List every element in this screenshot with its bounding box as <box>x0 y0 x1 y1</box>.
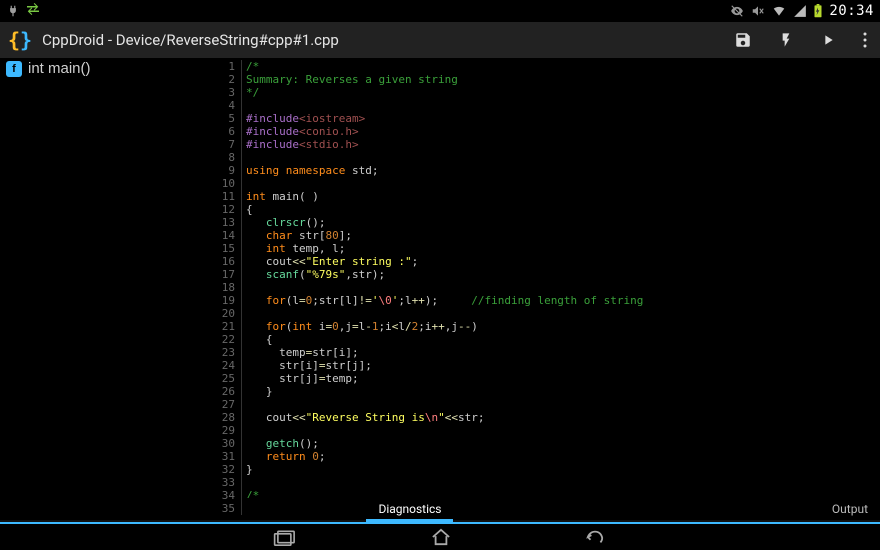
code-line[interactable]: int main( ) <box>246 190 880 203</box>
line-number: 25 <box>200 372 242 385</box>
battery-icon <box>813 4 823 18</box>
code-line[interactable] <box>246 307 880 320</box>
mute-icon <box>751 4 765 18</box>
line-number: 27 <box>200 398 242 411</box>
workspace: f int main() 123456789101112131415161718… <box>0 58 880 498</box>
line-number: 11 <box>200 190 242 203</box>
save-button[interactable] <box>734 31 752 49</box>
signal-icon <box>793 4 807 18</box>
code-line[interactable]: cout<<"Enter string :"; <box>246 255 880 268</box>
line-number: 20 <box>200 307 242 320</box>
line-number: 8 <box>200 151 242 164</box>
code-line[interactable]: clrscr(); <box>246 216 880 229</box>
line-number: 7 <box>200 138 242 151</box>
code-line[interactable]: temp=str[i]; <box>246 346 880 359</box>
charging-arrows-icon <box>24 2 42 20</box>
tab-diagnostics[interactable]: Diagnostics <box>366 498 453 520</box>
structure-item-main[interactable]: f int main() <box>0 58 200 79</box>
code-line[interactable]: scanf("%79s",str); <box>246 268 880 281</box>
code-line[interactable]: */ <box>246 86 880 99</box>
app-logo-icon: {} <box>8 28 32 52</box>
status-time: 20:34 <box>829 3 874 19</box>
code-line[interactable]: { <box>246 333 880 346</box>
line-number: 29 <box>200 424 242 437</box>
app-title: CppDroid - Device/ReverseString#cpp#1.cp… <box>42 31 724 49</box>
line-number: 24 <box>200 359 242 372</box>
android-statusbar: 20:34 <box>0 0 880 22</box>
android-navbar <box>0 524 880 550</box>
line-number: 2 <box>200 73 242 86</box>
line-number: 17 <box>200 268 242 281</box>
structure-panel[interactable]: f int main() <box>0 58 200 498</box>
status-right: 20:34 <box>729 3 874 19</box>
line-number: 4 <box>200 99 242 112</box>
code-line[interactable]: /* <box>246 60 880 73</box>
code-line[interactable] <box>246 177 880 190</box>
structure-item-label: int main() <box>28 60 91 77</box>
line-number: 13 <box>200 216 242 229</box>
line-number: 1 <box>200 60 242 73</box>
code-editor[interactable]: /*Summary: Reverses a given string*/#inc… <box>242 58 880 498</box>
code-line[interactable]: } <box>246 385 880 398</box>
line-number: 21 <box>200 320 242 333</box>
code-line[interactable] <box>246 424 880 437</box>
plug-icon <box>6 4 20 18</box>
eye-off-icon <box>729 4 745 18</box>
line-number: 9 <box>200 164 242 177</box>
line-number-gutter: 1234567891011121314151617181920212223242… <box>200 58 242 498</box>
overflow-menu-button[interactable] <box>862 31 868 49</box>
code-line[interactable]: for(int i=0,j=l-1;i<l/2;i++,j--) <box>246 320 880 333</box>
code-line[interactable]: #include<iostream> <box>246 112 880 125</box>
code-line[interactable]: { <box>246 203 880 216</box>
code-line[interactable]: char str[80]; <box>246 229 880 242</box>
line-number: 6 <box>200 125 242 138</box>
code-line[interactable] <box>246 99 880 112</box>
code-line[interactable]: #include<stdio.h> <box>246 138 880 151</box>
line-number: 18 <box>200 281 242 294</box>
code-line[interactable]: #include<conio.h> <box>246 125 880 138</box>
code-line[interactable]: str[j]=temp; <box>246 372 880 385</box>
recent-apps-button[interactable] <box>273 528 299 546</box>
line-number: 12 <box>200 203 242 216</box>
line-number: 22 <box>200 333 242 346</box>
code-line[interactable]: getch(); <box>246 437 880 450</box>
wifi-icon <box>771 4 787 18</box>
line-number: 33 <box>200 476 242 489</box>
code-line[interactable]: str[i]=str[j]; <box>246 359 880 372</box>
line-number: 16 <box>200 255 242 268</box>
code-line[interactable]: for(l=0;str[l]!='\0';l++); //finding len… <box>246 294 880 307</box>
line-number: 19 <box>200 294 242 307</box>
line-number: 26 <box>200 385 242 398</box>
code-line[interactable]: return 0; <box>246 450 880 463</box>
code-line[interactable]: } <box>246 463 880 476</box>
line-number: 3 <box>200 86 242 99</box>
line-number: 30 <box>200 437 242 450</box>
code-line[interactable] <box>246 281 880 294</box>
bottom-tab-bar: Diagnostics Output <box>0 498 880 522</box>
tab-output[interactable]: Output <box>820 498 880 520</box>
line-number: 5 <box>200 112 242 125</box>
status-left <box>6 2 42 20</box>
line-number: 32 <box>200 463 242 476</box>
appbar: {} CppDroid - Device/ReverseString#cpp#1… <box>0 22 880 58</box>
flash-button[interactable] <box>778 31 794 49</box>
code-line[interactable]: Summary: Reverses a given string <box>246 73 880 86</box>
run-button[interactable] <box>820 31 836 49</box>
line-number: 10 <box>200 177 242 190</box>
line-number: 31 <box>200 450 242 463</box>
line-number: 14 <box>200 229 242 242</box>
code-line[interactable]: using namespace std; <box>246 164 880 177</box>
code-line[interactable]: int temp, l; <box>246 242 880 255</box>
code-line[interactable] <box>246 398 880 411</box>
back-button[interactable] <box>583 528 607 546</box>
function-badge-icon: f <box>6 61 22 77</box>
line-number: 15 <box>200 242 242 255</box>
line-number: 23 <box>200 346 242 359</box>
line-number: 28 <box>200 411 242 424</box>
code-line[interactable] <box>246 151 880 164</box>
code-line[interactable]: cout<<"Reverse String is\n"<<str; <box>246 411 880 424</box>
home-button[interactable] <box>429 528 453 546</box>
code-line[interactable]: /* <box>246 489 880 498</box>
code-line[interactable] <box>246 476 880 489</box>
